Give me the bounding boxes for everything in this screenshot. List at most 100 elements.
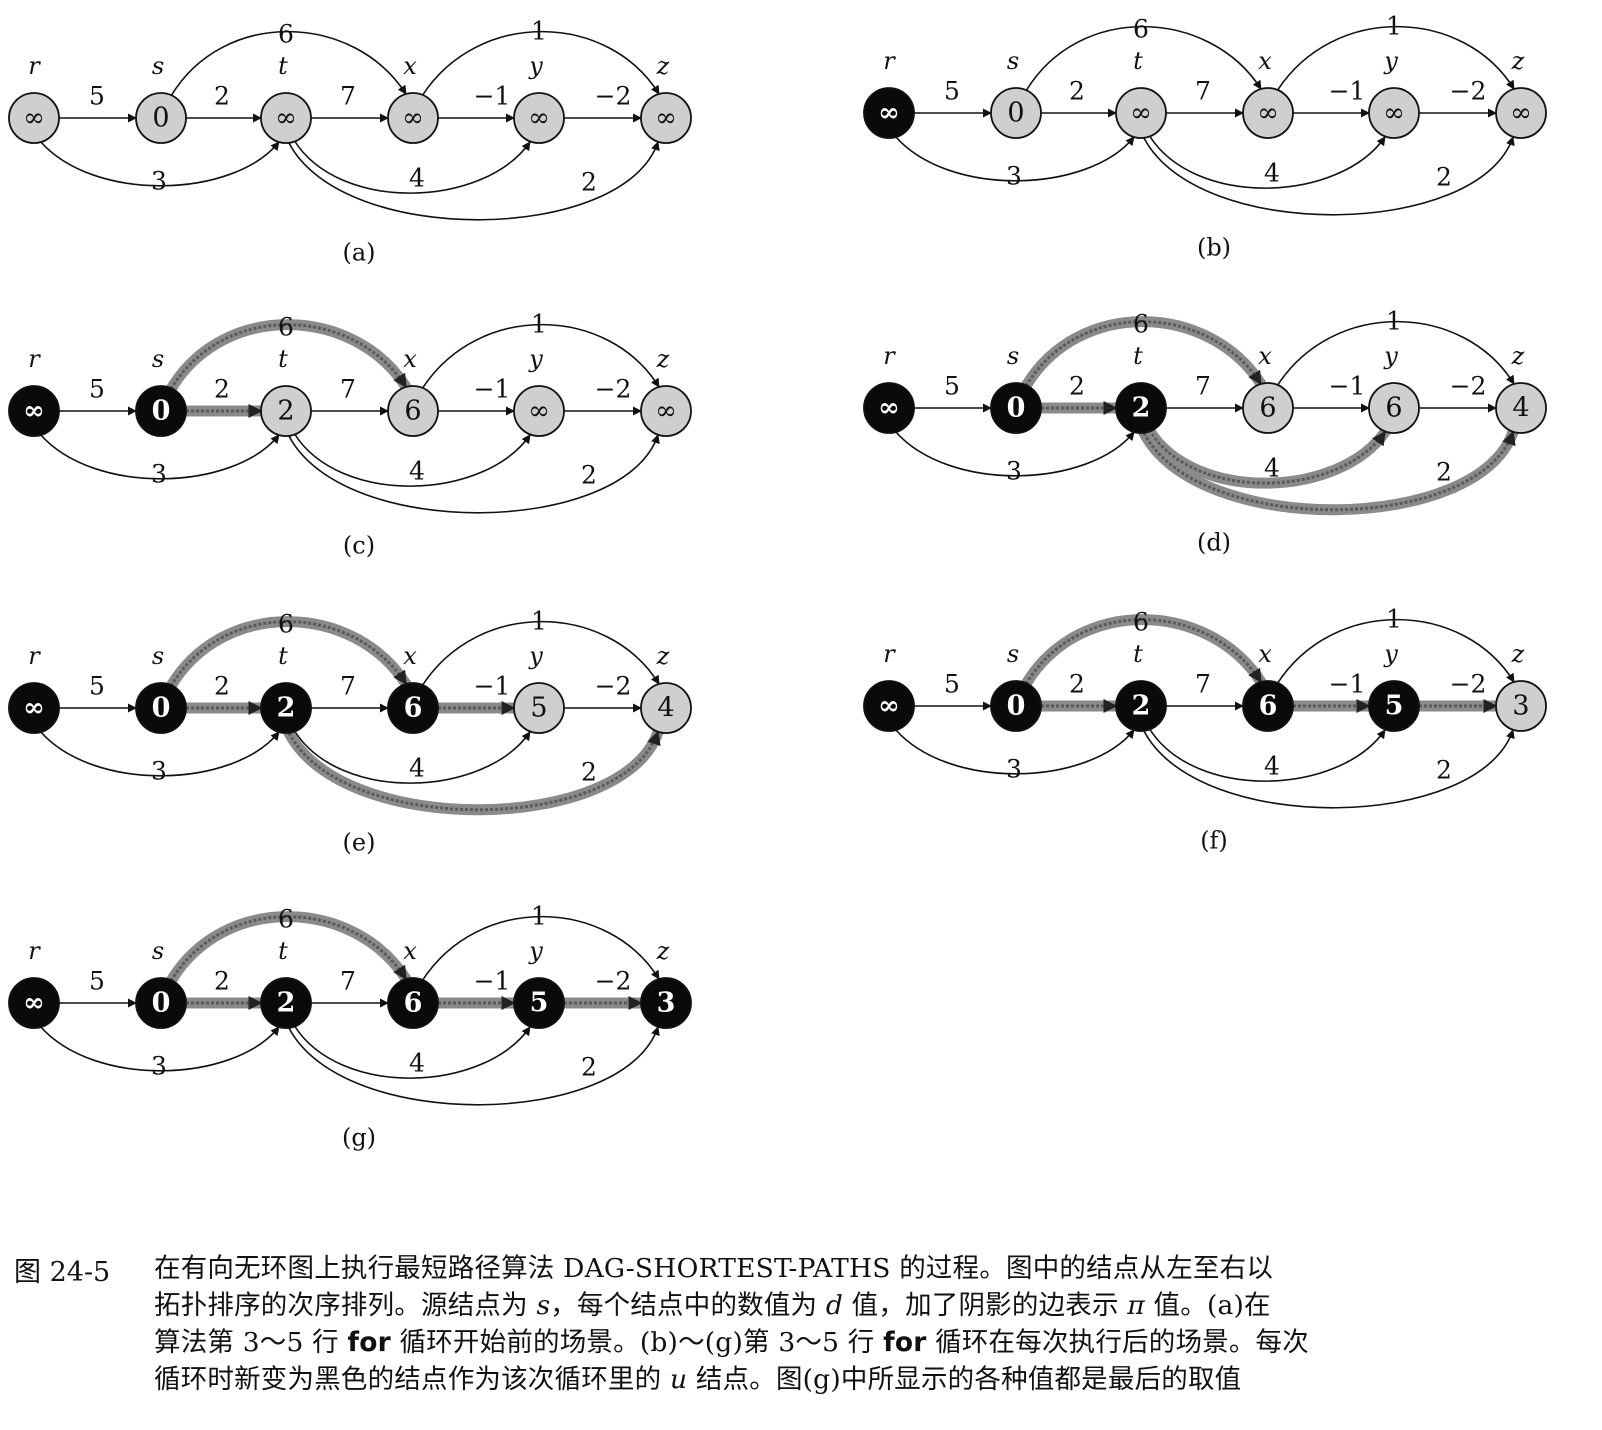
node-name-y: y xyxy=(1383,47,1398,75)
edge-weight-s-t: 2 xyxy=(1069,77,1085,106)
node-value-x: ∞ xyxy=(402,103,424,133)
node-name-t: t xyxy=(278,642,288,670)
node-name-s: s xyxy=(1007,342,1019,370)
node-name-z: z xyxy=(1511,342,1525,370)
edge-weight-r-t: 3 xyxy=(151,1052,167,1081)
edge-weight-x-y: −1 xyxy=(474,967,511,996)
caption-var-pi: π xyxy=(1127,1290,1145,1321)
node-name-t: t xyxy=(1133,47,1143,75)
edge-weight-t-x: 7 xyxy=(340,672,356,701)
edge-weight-s-x: 6 xyxy=(278,610,294,639)
node-name-y: y xyxy=(528,642,543,670)
edge-weight-t-y: 4 xyxy=(1264,454,1280,483)
node-value-r: ∞ xyxy=(23,396,45,426)
edge-weight-t-y: 4 xyxy=(409,754,425,783)
caption-line-4-part-b: 结点。图(g)中所显示的各种值都是最后的取值 xyxy=(687,1364,1242,1395)
caption-line-2-part-c: 值，加了阴影的边表示 xyxy=(843,1290,1128,1321)
caption-line-3: 算法第 3～5 行 for 循环开始前的场景。(b)～(g)第 3～5 行 fo… xyxy=(154,1324,1599,1361)
panel-label: (f) xyxy=(1200,827,1228,855)
node-value-x: ∞ xyxy=(1257,98,1279,128)
node-name-r: r xyxy=(883,640,896,668)
edge-weight-s-t: 2 xyxy=(1069,372,1085,401)
node-value-r: ∞ xyxy=(878,393,900,423)
node-value-x: 6 xyxy=(404,693,423,724)
caption-var-d: d xyxy=(825,1290,844,1321)
panel-label: (d) xyxy=(1197,529,1231,557)
node-value-y: 5 xyxy=(530,988,549,1019)
edge-weight-t-z: 2 xyxy=(1436,458,1452,487)
node-name-y: y xyxy=(528,345,543,373)
node-name-r: r xyxy=(883,342,896,370)
edge-weight-t-z: 2 xyxy=(581,758,597,787)
edge-weight-s-x: 6 xyxy=(1133,608,1149,637)
panel-label: (c) xyxy=(343,532,375,560)
edge-weight-y-z: −2 xyxy=(595,672,632,701)
dag-shortest-paths-figure: 5 3 2 6 7 4 2 −1 1 −2 r ∞ s 0 t ∞ x ∞ y ∞ z ∞ (a) 5 3 2 6 7 4 2 −1 1 −2 r… xyxy=(8,12,1547,1152)
edge-weight-r-s: 5 xyxy=(89,672,105,701)
node-value-y: 5 xyxy=(530,693,547,724)
node-name-r: r xyxy=(28,937,41,965)
node-value-x: 6 xyxy=(404,396,421,427)
edge-weight-t-x: 7 xyxy=(1195,77,1211,106)
edge-weight-x-z: 1 xyxy=(1386,12,1402,41)
edge-weight-r-t: 3 xyxy=(151,460,167,489)
caption-keyword-for-2: for xyxy=(883,1327,927,1358)
node-name-r: r xyxy=(28,642,41,670)
edge-weight-t-z: 2 xyxy=(1436,756,1452,785)
node-value-s: 0 xyxy=(152,103,169,134)
edge-weight-r-s: 5 xyxy=(89,82,105,111)
edge-weight-t-x: 7 xyxy=(1195,372,1211,401)
edge-weight-x-y: −1 xyxy=(1329,670,1366,699)
panel-b: 5 3 2 6 7 4 2 −1 1 −2 r ∞ s 0 t ∞ x ∞ y ∞ z ∞ (b) xyxy=(863,12,1547,262)
edge-weight-s-x: 6 xyxy=(278,905,294,934)
edge-weight-x-y: −1 xyxy=(474,82,511,111)
panel-a: 5 3 2 6 7 4 2 −1 1 −2 r ∞ s 0 t ∞ x ∞ y ∞ z ∞ (a) xyxy=(8,17,692,267)
edge-weight-t-x: 7 xyxy=(340,82,356,111)
edge-weight-t-z: 2 xyxy=(1436,163,1452,192)
node-name-t: t xyxy=(1133,640,1143,668)
panel-g: 5 3 2 6 7 4 2 −1 1 −2 r ∞ s 0 t 2 x 6 y 5 z 3 (g) xyxy=(8,902,692,1152)
node-name-z: z xyxy=(1511,640,1525,668)
node-name-x: x xyxy=(1258,47,1272,75)
edge-weight-t-x: 7 xyxy=(1195,670,1211,699)
caption-line-2: 拓扑排序的次序排列。源结点为 s，每个结点中的数值为 d 值，加了阴影的边表示 … xyxy=(154,1287,1599,1324)
edge-weight-x-z: 1 xyxy=(531,607,547,636)
panel-label: (e) xyxy=(343,829,376,857)
caption-line-1-text: 在有向无环图上执行最短路径算法 DAG-SHORTEST-PATHS 的过程。图… xyxy=(154,1253,1274,1284)
edge-weight-t-y: 4 xyxy=(1264,159,1280,188)
node-value-x: 6 xyxy=(1259,691,1278,722)
edge-weight-y-z: −2 xyxy=(1450,77,1487,106)
node-value-t: 2 xyxy=(277,693,296,724)
edge-weight-t-y: 4 xyxy=(1264,752,1280,781)
caption-text: 在有向无环图上执行最短路径算法 DAG-SHORTEST-PATHS 的过程。图… xyxy=(154,1250,1599,1398)
edge-weight-s-x: 6 xyxy=(278,20,294,49)
node-name-z: z xyxy=(1511,47,1525,75)
caption-line-2-part-b: ，每个结点中的数值为 xyxy=(550,1290,826,1321)
node-name-s: s xyxy=(1007,640,1019,668)
node-name-x: x xyxy=(403,345,417,373)
node-value-t: 2 xyxy=(1132,393,1151,424)
edge-weight-t-z: 2 xyxy=(581,168,597,197)
edge-weight-x-y: −1 xyxy=(1329,77,1366,106)
node-value-s: 0 xyxy=(152,693,171,724)
node-name-t: t xyxy=(278,937,288,965)
node-name-x: x xyxy=(403,937,417,965)
node-value-s: 0 xyxy=(1007,691,1026,722)
edge-weight-y-z: −2 xyxy=(595,82,632,111)
node-value-z: ∞ xyxy=(655,103,677,133)
node-name-r: r xyxy=(28,52,41,80)
caption-line-3-part-c: 循环在每次执行后的场景。每次 xyxy=(926,1327,1309,1358)
node-name-s: s xyxy=(152,345,164,373)
caption-line-2-part-d: 值。(a)在 xyxy=(1144,1290,1271,1321)
edge-weight-r-t: 3 xyxy=(1006,755,1022,784)
edge-weight-r-t: 3 xyxy=(151,757,167,786)
edge-weight-t-z: 2 xyxy=(581,461,597,490)
caption-line-2-part-a: 拓扑排序的次序排列。源结点为 xyxy=(154,1290,537,1321)
node-value-y: 5 xyxy=(1385,691,1404,722)
panel-label: (g) xyxy=(342,1124,376,1152)
node-value-z: 3 xyxy=(1512,691,1529,722)
caption-figure-number: 图 24-5 xyxy=(14,1257,111,1288)
node-name-t: t xyxy=(278,52,288,80)
node-value-z: 4 xyxy=(657,693,674,724)
edge-weight-r-s: 5 xyxy=(944,372,960,401)
